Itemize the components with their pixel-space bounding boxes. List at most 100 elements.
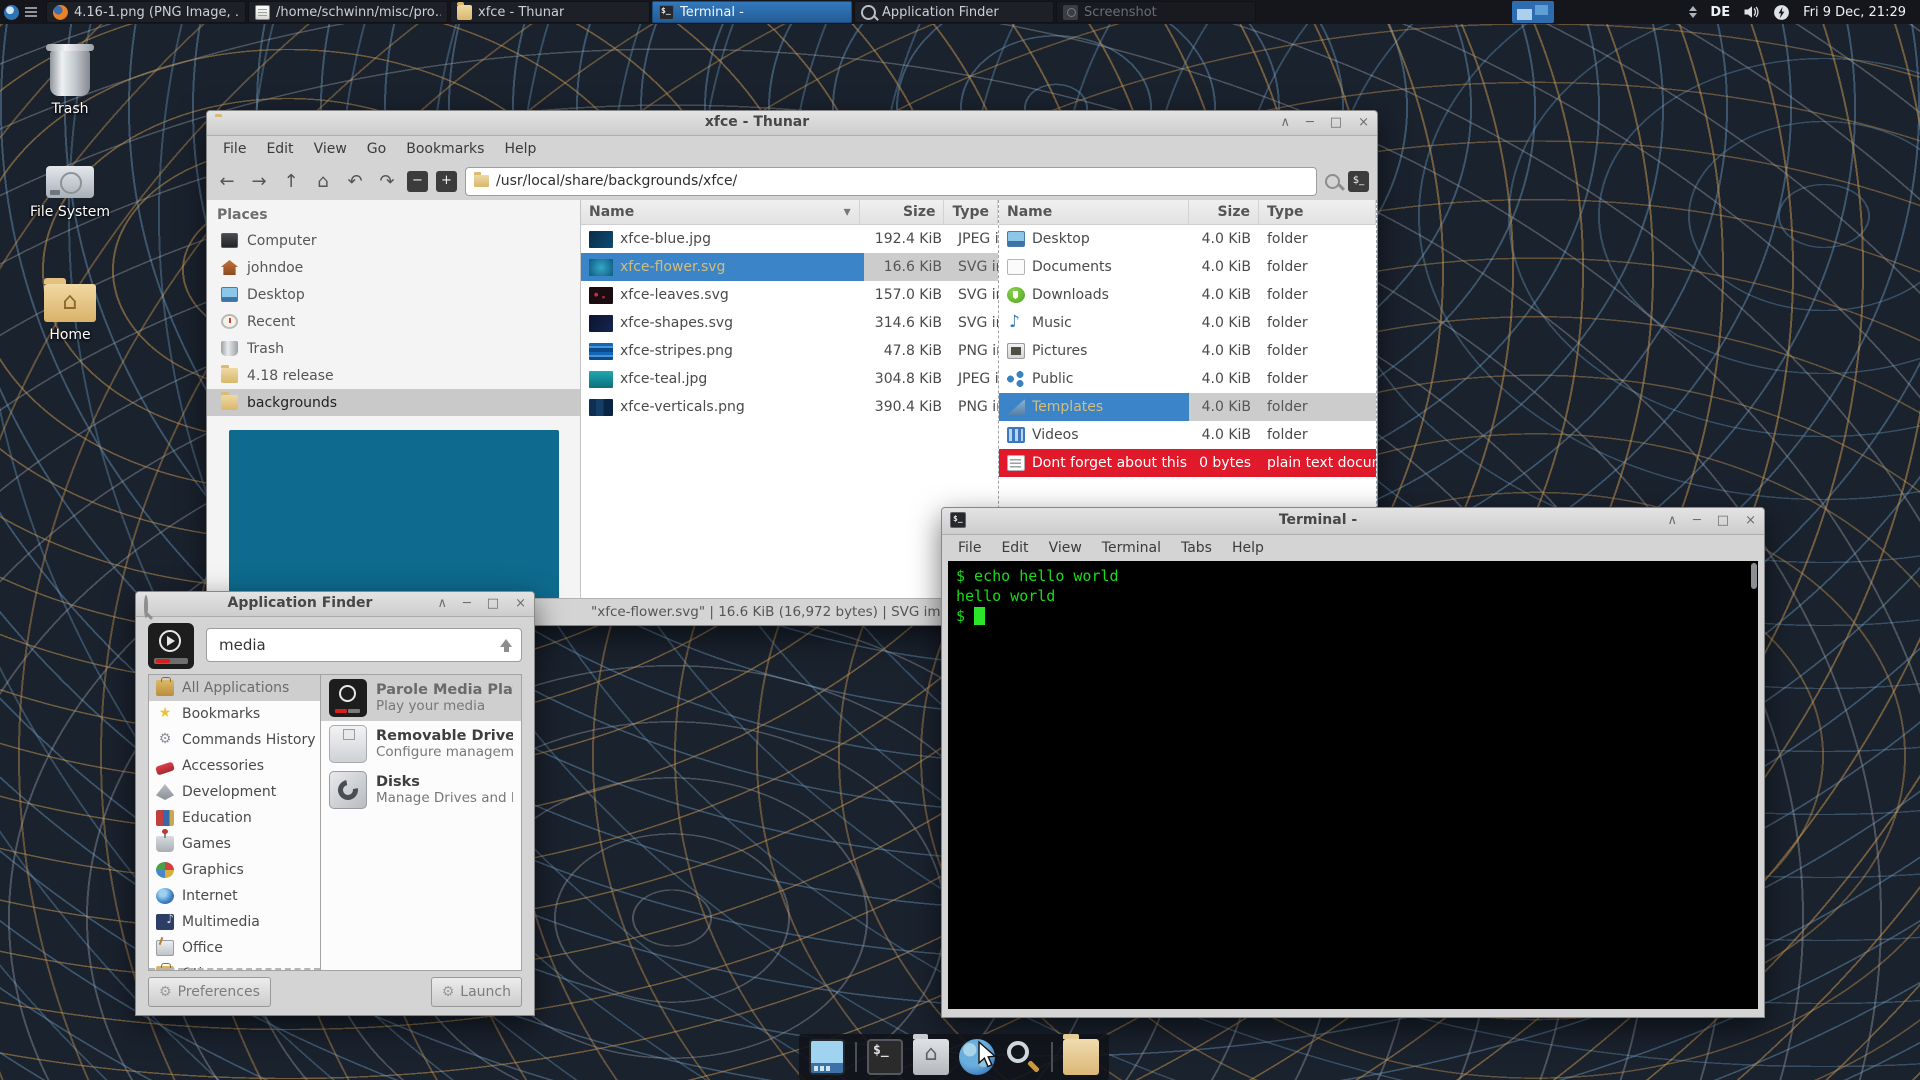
menu-edit[interactable]: Edit (256, 141, 303, 157)
menu-file[interactable]: File (213, 141, 256, 157)
sidebar-item-backgrounds[interactable]: backgrounds (207, 389, 580, 416)
category-bookmarks[interactable]: ★ Bookmarks (149, 701, 320, 727)
sidebar-item-trash[interactable]: Trash (207, 335, 580, 362)
result-removable-drives[interactable]: Removable Drives …Configure manageme… (321, 721, 521, 767)
preferences-button[interactable]: ⚙ Preferences (148, 977, 271, 1007)
thunar-titlebar[interactable]: xfce - Thunar ∧ ─ □ × (207, 111, 1377, 136)
column-size[interactable]: Size (860, 200, 945, 224)
submit-arrow-icon[interactable] (500, 639, 512, 652)
scrollbar-thumb[interactable] (1751, 563, 1757, 589)
table-row[interactable]: Desktop 4.0 KiB folder (999, 225, 1376, 253)
show-desktop-icon[interactable] (809, 1039, 845, 1075)
category-all-applications[interactable]: All Applications (149, 675, 320, 701)
table-row[interactable]: xfce-shapes.svg 314.6 KiB SVG image (581, 309, 998, 337)
menu-go[interactable]: Go (357, 141, 396, 157)
minimize-button[interactable]: ─ (463, 595, 471, 612)
search-icon[interactable] (1325, 173, 1340, 189)
zoom-out-button[interactable]: − (407, 170, 428, 192)
table-row[interactable]: Documents 4.0 KiB folder (999, 253, 1376, 281)
close-button[interactable]: × (1745, 512, 1756, 529)
desktop-icon-trash[interactable]: Trash (15, 44, 125, 117)
category-graphics[interactable]: Graphics (149, 857, 320, 883)
power-manager-icon[interactable] (1773, 4, 1790, 21)
minimize-button[interactable]: ─ (1693, 512, 1701, 529)
close-button[interactable]: × (1358, 114, 1369, 131)
category-other[interactable]: Other (149, 961, 320, 970)
table-row[interactable]: xfce-stripes.png 47.8 KiB PNG image (581, 337, 998, 365)
desktop-icon-file-system[interactable]: File System (15, 158, 125, 220)
table-row[interactable]: Public 4.0 KiB folder (999, 365, 1376, 393)
result-disks[interactable]: DisksManage Drives and M… (321, 767, 521, 813)
shade-button[interactable]: ∧ (1280, 114, 1290, 131)
table-row[interactable]: Pictures 4.0 KiB folder (999, 337, 1376, 365)
column-name[interactable]: Name ▾ (581, 200, 860, 224)
menu-view[interactable]: View (304, 141, 357, 157)
column-type[interactable]: Type (1259, 200, 1376, 224)
menu-help[interactable]: Help (494, 141, 546, 157)
table-row-selected[interactable]: xfce-flower.svg 16.6 KiB SVG image (581, 253, 998, 281)
taskbar-button-app-finder[interactable]: Application Finder (854, 1, 1054, 23)
clock[interactable]: Fri 9 Dec, 21:29 (1803, 5, 1906, 20)
zoom-in-button[interactable]: + (436, 170, 457, 192)
folder-launcher-icon[interactable] (1063, 1034, 1099, 1075)
menu-edit[interactable]: Edit (991, 540, 1038, 556)
maximize-button[interactable]: □ (1330, 114, 1342, 131)
taskbar-button-thunar[interactable]: xfce - Thunar (450, 1, 650, 23)
forward-button[interactable]: → (247, 171, 271, 192)
category-office[interactable]: Office (149, 935, 320, 961)
terminal-launcher-icon[interactable] (867, 1039, 903, 1075)
column-type[interactable]: Type (944, 200, 998, 224)
column-name[interactable]: Name (999, 200, 1189, 224)
home-button[interactable]: ⌂ (311, 171, 335, 192)
table-row[interactable]: Downloads 4.0 KiB folder (999, 281, 1376, 309)
category-accessories[interactable]: Accessories (149, 753, 320, 779)
back-button[interactable]: ← (215, 171, 239, 192)
category-education[interactable]: Education (149, 805, 320, 831)
file-manager-launcher-icon[interactable] (913, 1034, 949, 1075)
path-bar[interactable]: /usr/local/share/backgrounds/xfce/ (465, 166, 1317, 196)
table-row[interactable]: Music 4.0 KiB folder (999, 309, 1376, 337)
menu-view[interactable]: View (1039, 540, 1092, 556)
updown-arrows-icon[interactable] (1689, 6, 1698, 18)
speaker-icon[interactable] (1743, 4, 1760, 20)
finder-titlebar[interactable]: Application Finder ∧ ─ □ × (136, 592, 534, 618)
category-commands-history[interactable]: ⚙ Commands History (149, 727, 320, 753)
open-terminal-button[interactable]: $_ (1348, 170, 1369, 192)
shade-button[interactable]: ∧ (1667, 512, 1677, 529)
menu-bookmarks[interactable]: Bookmarks (396, 141, 494, 157)
app-finder-launcher-icon[interactable] (1005, 1039, 1041, 1075)
terminal-titlebar[interactable]: Terminal - ∧ ─ □ × (942, 508, 1764, 535)
result-parole[interactable]: Parole Media PlayerPlay your media (321, 675, 521, 721)
applications-menu-icon[interactable] (4, 4, 19, 20)
undo-button[interactable]: ↶ (343, 171, 367, 192)
taskbar-button-image-viewer[interactable]: 4.16-1.png (PNG Image, … (46, 1, 246, 23)
search-input[interactable] (206, 628, 522, 662)
category-games[interactable]: Games (149, 829, 320, 857)
taskbar-button-editor[interactable]: /home/schwinn/misc/pro… (248, 1, 448, 23)
sidebar-item-desktop[interactable]: Desktop (207, 281, 580, 308)
sidebar-item-recent[interactable]: Recent (207, 308, 580, 335)
taskbar-button-screenshot[interactable]: Screenshot (1056, 1, 1256, 23)
terminal-screen[interactable]: $ echo hello world hello world $ (948, 561, 1758, 1009)
workspace-switcher[interactable] (1512, 1, 1554, 23)
table-row[interactable]: xfce-leaves.svg 157.0 KiB SVG image (581, 281, 998, 309)
column-size[interactable]: Size (1189, 200, 1259, 224)
table-row[interactable]: Videos 4.0 KiB folder (999, 421, 1376, 449)
keyboard-layout-indicator[interactable]: DE (1710, 5, 1730, 20)
shade-button[interactable]: ∧ (437, 595, 447, 612)
table-row-selected[interactable]: Templates 4.0 KiB folder (999, 393, 1376, 421)
menu-terminal[interactable]: Terminal (1092, 540, 1171, 556)
menu-file[interactable]: File (948, 540, 991, 556)
minimize-button[interactable]: ─ (1306, 114, 1314, 131)
category-development[interactable]: Development (149, 779, 320, 805)
sidebar-item-computer[interactable]: Computer (207, 227, 580, 254)
menu-help[interactable]: Help (1222, 540, 1274, 556)
close-button[interactable]: × (515, 595, 526, 612)
maximize-button[interactable]: □ (487, 595, 499, 612)
menu-tabs[interactable]: Tabs (1171, 540, 1222, 556)
launch-button[interactable]: ⚙ Launch (430, 977, 522, 1007)
table-row[interactable]: xfce-verticals.png 390.4 KiB PNG image (581, 393, 998, 421)
taskbar-button-terminal[interactable]: Terminal - (652, 1, 852, 23)
sidebar-item-release[interactable]: 4.18 release (207, 362, 580, 389)
table-row-alert[interactable]: Dont forget about this ! 0 bytes plain t… (999, 449, 1376, 477)
